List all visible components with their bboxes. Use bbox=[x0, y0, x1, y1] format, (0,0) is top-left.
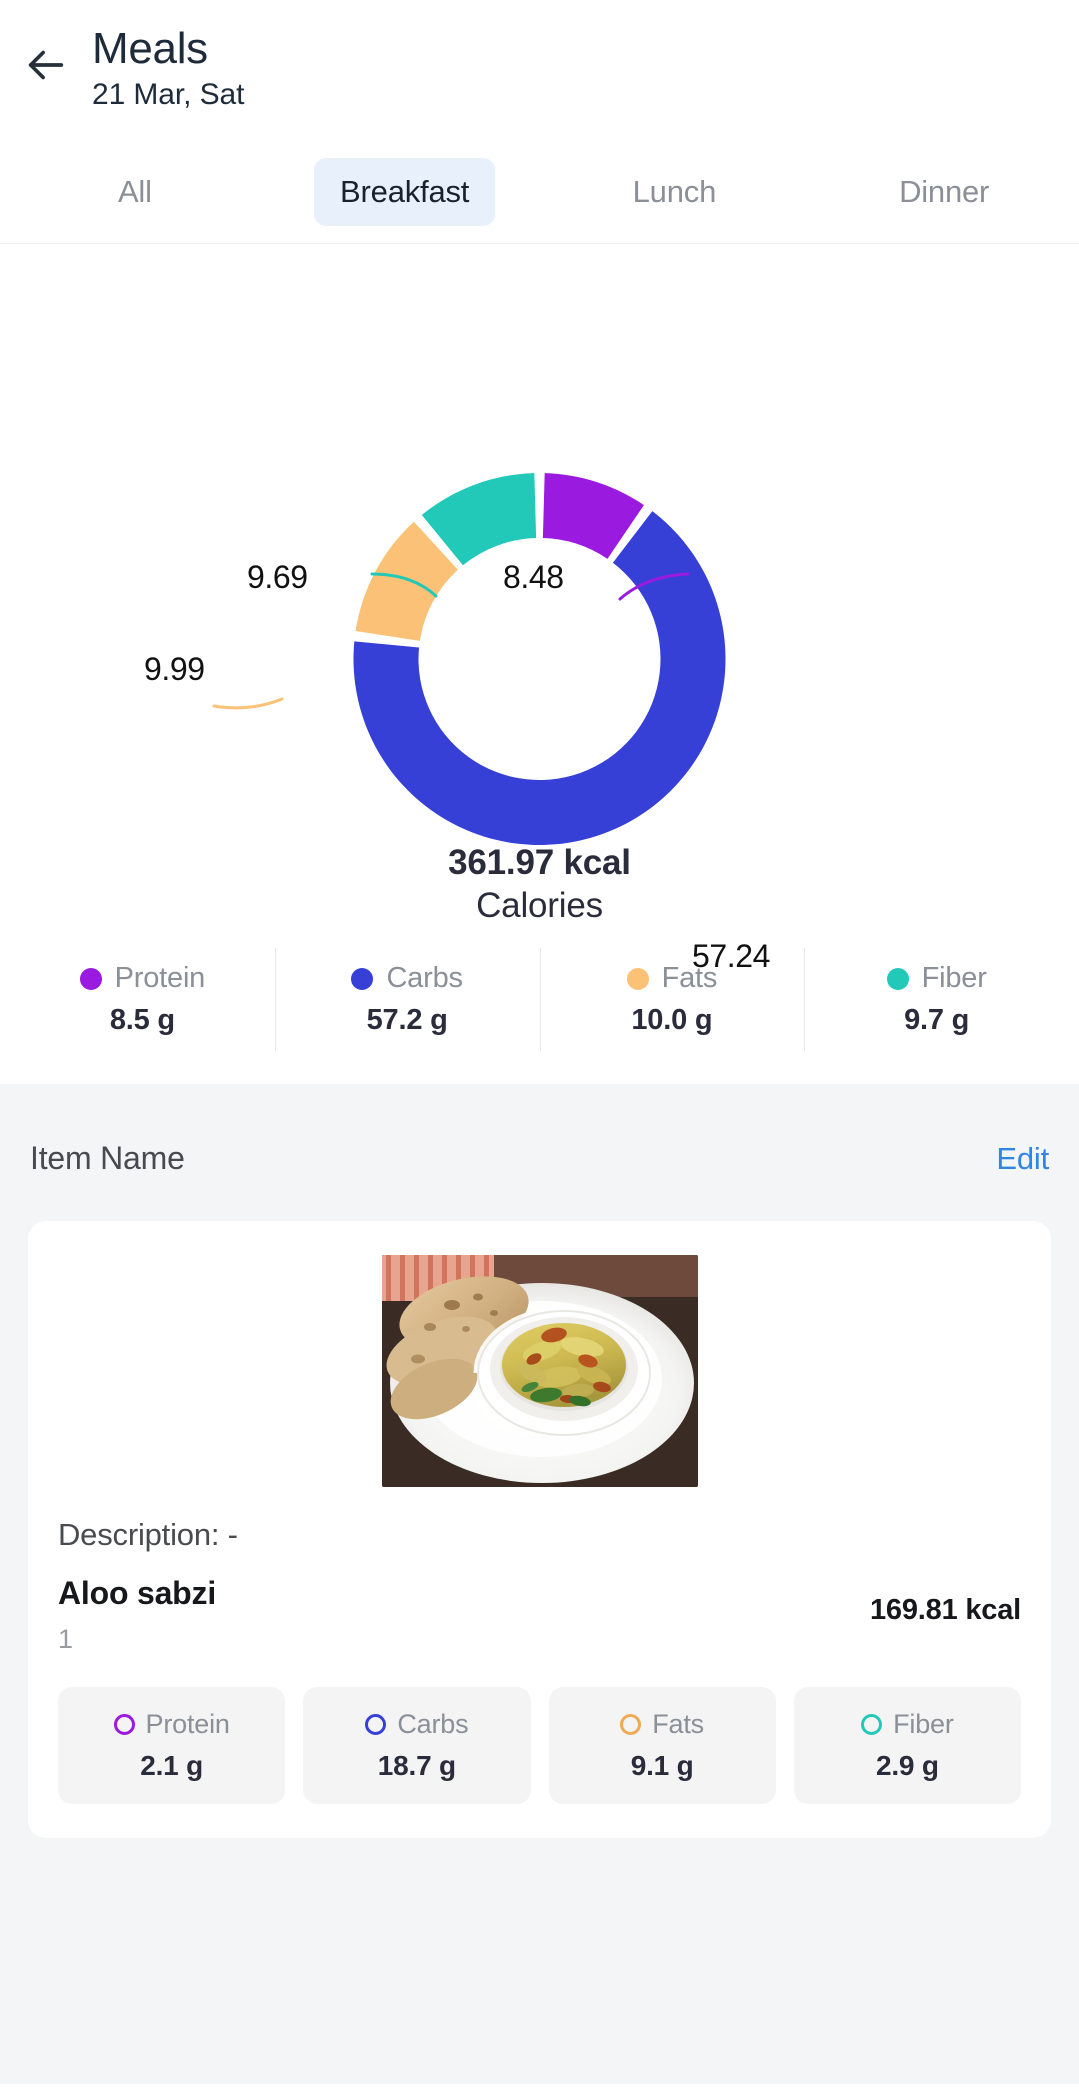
macro-protein-name: Protein bbox=[145, 1709, 230, 1739]
legend-carbs-value: 57.2 g bbox=[366, 1004, 448, 1036]
food-item-card[interactable]: Description: - Aloo sabzi 1 169.81 kcal … bbox=[28, 1221, 1051, 1838]
legend-item-fiber: Fiber 9.7 g bbox=[804, 948, 1069, 1051]
macro-carbs-value: 18.7 g bbox=[377, 1750, 456, 1781]
legend-dot-protein-icon bbox=[79, 967, 102, 990]
food-macro-chips: Protein 2.1 g Carbs 18.7 g Fats 9.1 g Fi… bbox=[28, 1655, 1051, 1804]
tab-all-label: All bbox=[117, 173, 152, 209]
item-section-header: Item Name Edit bbox=[0, 1084, 1079, 1221]
tab-dinner-label: Dinner bbox=[899, 173, 990, 209]
meals-screen: Meals 21 Mar, Sat All Breakfast Lunch Di… bbox=[0, 0, 1079, 2087]
macro-ring-fiber-icon bbox=[861, 1714, 883, 1735]
legend-fats-value: 10.0 g bbox=[631, 1004, 713, 1036]
legend-fiber-value: 9.7 g bbox=[904, 1004, 970, 1036]
legend-dot-fats-icon bbox=[626, 967, 649, 990]
macro-carbs-name: Carbs bbox=[397, 1709, 469, 1739]
macro-fiber-name: Fiber bbox=[893, 1709, 954, 1739]
legend-dot-carbs-icon bbox=[351, 967, 374, 990]
legend-item-carbs: Carbs 57.2 g bbox=[274, 948, 540, 1051]
donut-label-protein: 8.48 bbox=[503, 559, 564, 595]
donut-segments bbox=[353, 473, 726, 845]
tab-lunch-label: Lunch bbox=[632, 173, 717, 209]
food-name-block: Aloo sabzi 1 bbox=[58, 1575, 216, 1655]
legend-fats-name: Fats bbox=[661, 962, 718, 994]
back-button[interactable] bbox=[0, 18, 92, 88]
food-name-row: Aloo sabzi 1 169.81 kcal bbox=[28, 1553, 1051, 1655]
macro-fiber-top: Fiber bbox=[861, 1709, 954, 1740]
meal-tabs: All Breakfast Lunch Dinner bbox=[0, 140, 1079, 244]
food-calories: 169.81 kcal bbox=[870, 1594, 1021, 1626]
legend-item-protein: Protein 8.5 g bbox=[10, 956, 275, 1043]
macro-protein-value: 2.1 g bbox=[140, 1750, 204, 1781]
macro-fats-top: Fats bbox=[620, 1709, 704, 1740]
food-quantity: 1 bbox=[58, 1624, 73, 1654]
page-date: 21 Mar, Sat bbox=[92, 78, 245, 112]
food-name: Aloo sabzi bbox=[58, 1575, 217, 1611]
legend-fiber-name: Fiber bbox=[921, 962, 987, 994]
tab-dinner[interactable]: Dinner bbox=[809, 156, 1079, 228]
legend-fats-top: Fats bbox=[626, 962, 718, 995]
legend-protein-top: Protein bbox=[79, 962, 206, 995]
food-photo bbox=[381, 1255, 698, 1487]
donut-label-fats: 9.99 bbox=[144, 651, 205, 687]
tab-all[interactable]: All bbox=[0, 156, 270, 228]
item-section-title: Item Name bbox=[30, 1140, 185, 1176]
macro-carbs-top: Carbs bbox=[365, 1709, 469, 1740]
tab-lunch[interactable]: Lunch bbox=[540, 156, 810, 228]
macro-donut-chart: 361.97 kcal Calories 8.48 57.24 9.99 9.6… bbox=[0, 244, 1079, 974]
macro-chip-protein: Protein 2.1 g bbox=[58, 1687, 286, 1804]
macro-ring-protein-icon bbox=[113, 1714, 135, 1735]
page-title: Meals bbox=[92, 24, 208, 73]
header-title-block: Meals 21 Mar, Sat bbox=[92, 18, 244, 114]
legend-carbs-top: Carbs bbox=[351, 962, 463, 995]
food-description: Description: - bbox=[58, 1517, 238, 1552]
legend-carbs-name: Carbs bbox=[386, 962, 463, 994]
macro-ring-carbs-icon bbox=[365, 1714, 387, 1735]
app-header: Meals 21 Mar, Sat bbox=[0, 0, 1079, 140]
food-photo-wrapper bbox=[28, 1255, 1051, 1495]
macro-protein-top: Protein bbox=[113, 1709, 230, 1740]
legend-protein-value: 8.5 g bbox=[109, 1004, 175, 1036]
macro-fats-name: Fats bbox=[652, 1709, 704, 1739]
macro-chip-fats: Fats 9.1 g bbox=[548, 1687, 776, 1804]
tab-breakfast-label: Breakfast bbox=[314, 157, 496, 226]
macro-chip-carbs: Carbs 18.7 g bbox=[303, 1687, 531, 1804]
legend-protein-name: Protein bbox=[114, 962, 206, 994]
food-photo-illustration bbox=[381, 1255, 698, 1487]
legend-item-fats: Fats 10.0 g bbox=[539, 948, 805, 1051]
legend-fiber-top: Fiber bbox=[886, 962, 987, 995]
macro-legend: Protein 8.5 g Carbs 57.2 g Fats 10.0 g F… bbox=[0, 929, 1079, 1084]
item-list-section: Item Name Edit Description: - Aloo sabzi… bbox=[0, 1084, 1079, 2084]
macro-ring-fats-icon bbox=[620, 1714, 642, 1735]
arrow-left-icon bbox=[23, 42, 69, 88]
macro-fiber-value: 2.9 g bbox=[875, 1750, 939, 1781]
leader-line-fats bbox=[212, 697, 284, 710]
tab-breakfast[interactable]: Breakfast bbox=[270, 156, 540, 228]
macro-fats-value: 9.1 g bbox=[630, 1750, 694, 1781]
macro-chip-fiber: Fiber 2.9 g bbox=[793, 1687, 1021, 1804]
donut-label-fiber: 9.69 bbox=[247, 559, 308, 595]
legend-dot-fiber-icon bbox=[886, 967, 909, 990]
edit-button[interactable]: Edit bbox=[996, 1141, 1049, 1177]
